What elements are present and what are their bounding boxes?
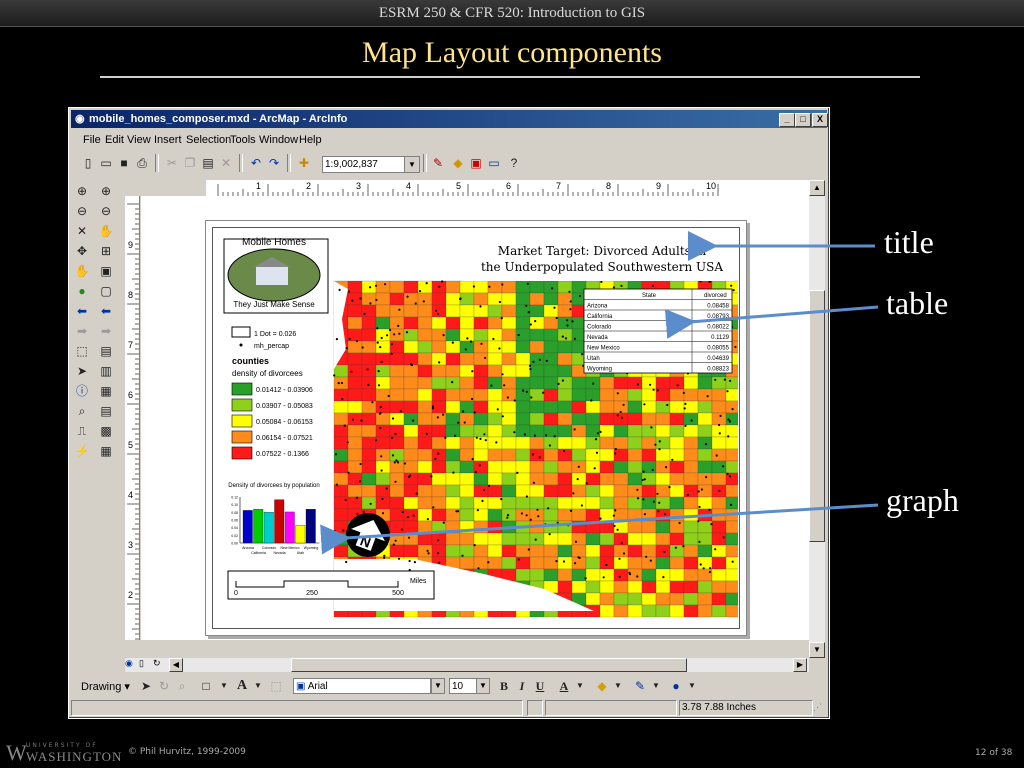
graph-callout-label: graph <box>886 482 959 518</box>
page-number: 12 of 38 <box>975 748 1013 758</box>
table-callout-arrow <box>664 305 879 339</box>
uw-name: WASHINGTON <box>26 749 123 764</box>
graph-callout-arrow <box>320 503 879 555</box>
table-callout-label: table <box>886 285 949 321</box>
callout-overlay <box>320 231 879 555</box>
copyright-text: © Phil Hurvitz, 1999-2009 <box>128 747 246 757</box>
title-callout-label: title <box>884 224 934 260</box>
uw-university-of: UNIVERSITY OF <box>26 742 98 749</box>
uw-w-icon: W <box>6 740 27 765</box>
